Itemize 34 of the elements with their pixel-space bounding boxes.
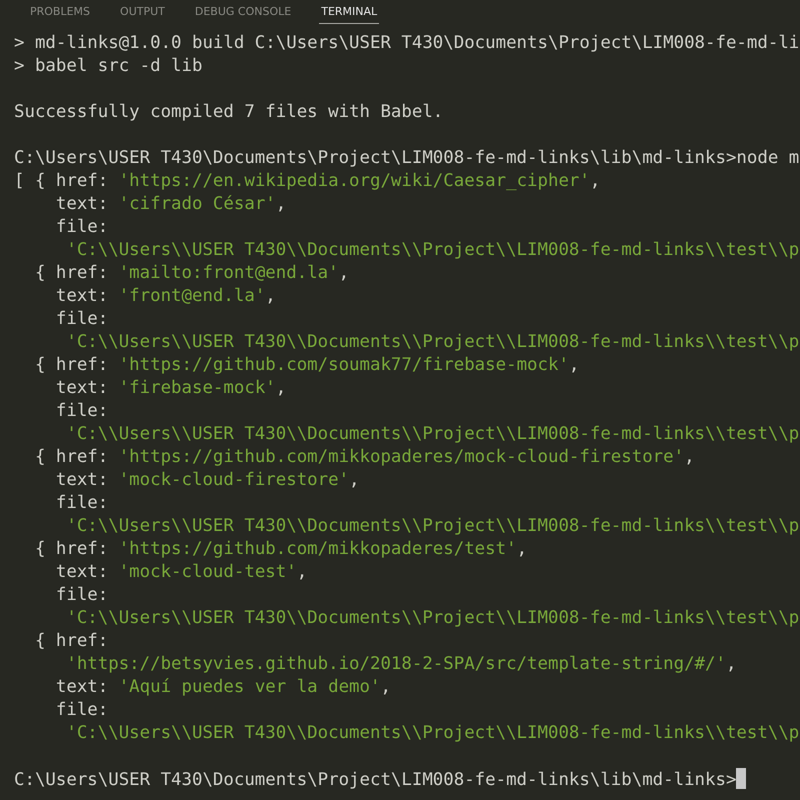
terminal-line: { href: 'https://github.com/mikkopaderes/mock-cloud-firestore', [34,446,695,469]
terminal-line: file: [54,400,108,423]
terminal-line: C:\Users\USER T430\Documents\Project\LIM008-fe-md-links\lib\md-links> [14,768,746,791]
terminal-line: file: [54,584,108,607]
terminal-line: file: [54,492,108,515]
terminal-line: Successfully compiled 7 files with Babel. [14,101,444,124]
terminal-line: { href: [34,630,108,653]
panel-tab[interactable]: OUTPUT [118,0,167,24]
panel-tab[interactable]: DEBUG CONSOLE [192,0,294,24]
terminal-line: file: [54,216,108,239]
panel-tab[interactable]: TERMINAL [319,0,380,24]
terminal-line: text: 'mock-cloud-test', [54,561,308,584]
terminal-line: 'C:\\Users\\USER T430\\Documents\\Project\\LIM008-fe-md-links\\test\\p [65,331,800,354]
terminal-line: 'C:\\Users\\USER T430\\Documents\\Project\\LIM008-fe-md-links\\test\\p [65,607,800,630]
terminal-line: { href: 'https://github.com/soumak77/firebase-mock', [34,354,580,377]
terminal-line: 'C:\\Users\\USER T430\\Documents\\Project\\LIM008-fe-md-links\\test\\p [65,722,800,745]
panel-tab[interactable]: PROBLEMS [28,0,92,24]
terminal-line: [ { href: 'https://en.wikipedia.org/wiki/Caesar_cipher', [14,170,600,193]
terminal-line: text: 'front@end.la', [54,285,276,308]
terminal-line: 'C:\\Users\\USER T430\\Documents\\Project\\LIM008-fe-md-links\\test\\p [65,423,800,446]
terminal-line: 'C:\\Users\\USER T430\\Documents\\Project\\LIM008-fe-md-links\\test\\p [65,239,800,262]
terminal-line: text: 'firebase-mock', [54,377,286,400]
terminal-line: text: 'mock-cloud-firestore', [54,469,360,492]
terminal-line: > md-links@1.0.0 build C:\Users\USER T430\Documents\Project\LIM008-fe-md-li [14,32,800,55]
terminal-line: text: 'Aquí puedes ver la demo', [54,676,391,699]
terminal-line: > babel src -d lib [14,55,202,78]
terminal-line: file: [54,308,108,331]
terminal-line: { href: 'mailto:front@end.la', [34,262,350,285]
terminal-line: { href: 'https://github.com/mikkopaderes/test', [34,538,528,561]
terminal-line: 'C:\\Users\\USER T430\\Documents\\Project\\LIM008-fe-md-links\\test\\p [65,515,800,538]
terminal-line: file: [54,699,108,722]
terminal-line: text: 'cifrado César', [54,193,286,216]
terminal-line: C:\Users\USER T430\Documents\Project\LIM008-fe-md-links\lib\md-links>node m [14,147,800,170]
terminal-line: 'https://betsyvies.github.io/2018-2-SPA/src/template-string/#/', [65,653,736,676]
